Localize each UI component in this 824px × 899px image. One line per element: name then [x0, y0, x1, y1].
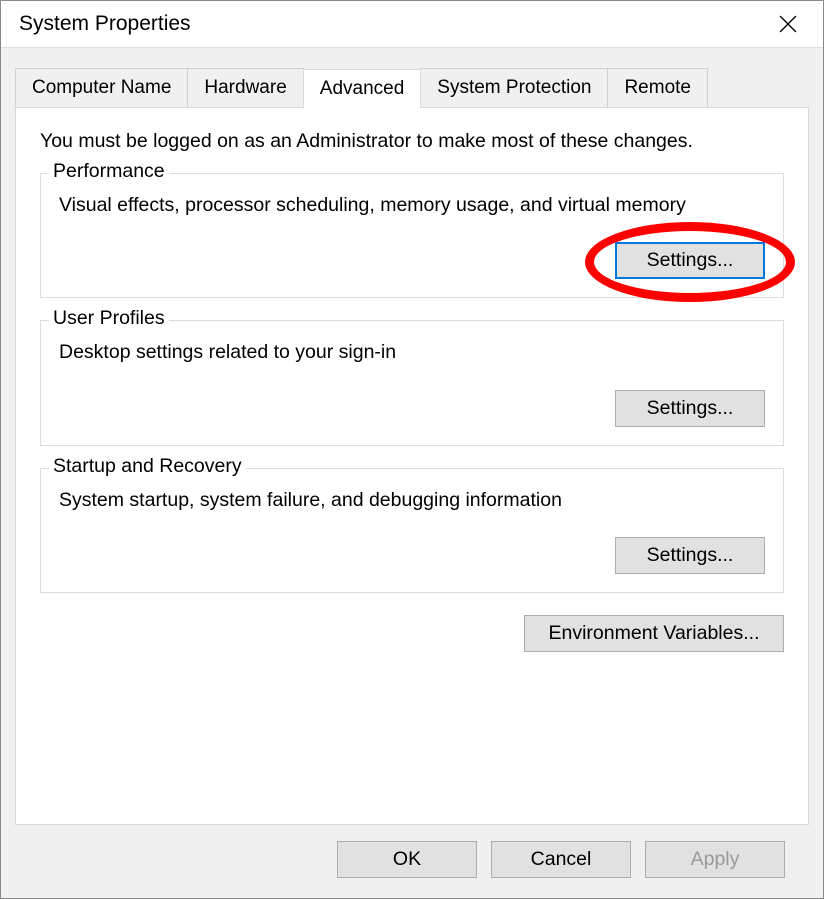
user-profiles-button-row: Settings...	[59, 390, 765, 427]
tab-system-protection[interactable]: System Protection	[420, 68, 608, 107]
user-profiles-desc: Desktop settings related to your sign-in	[59, 339, 765, 365]
performance-desc: Visual effects, processor scheduling, me…	[59, 192, 765, 218]
performance-settings-button[interactable]: Settings...	[615, 242, 765, 279]
client-area: Computer Name Hardware Advanced System P…	[1, 47, 823, 898]
dialog-footer: OK Cancel Apply	[15, 825, 809, 898]
performance-button-row: Settings...	[59, 242, 765, 279]
env-vars-row: Environment Variables...	[40, 615, 784, 652]
apply-button[interactable]: Apply	[645, 841, 785, 878]
system-properties-dialog: System Properties Computer Name Hardware…	[0, 0, 824, 899]
startup-recovery-title: Startup and Recovery	[49, 455, 246, 478]
startup-recovery-group: Startup and Recovery System startup, sys…	[40, 468, 784, 593]
performance-title: Performance	[49, 160, 169, 183]
title-bar: System Properties	[1, 1, 823, 47]
tab-advanced[interactable]: Advanced	[303, 69, 422, 108]
close-button[interactable]	[765, 1, 811, 47]
user-profiles-group: User Profiles Desktop settings related t…	[40, 320, 784, 445]
tab-strip: Computer Name Hardware Advanced System P…	[15, 68, 809, 107]
environment-variables-button[interactable]: Environment Variables...	[524, 615, 784, 652]
tab-remote[interactable]: Remote	[607, 68, 708, 107]
close-icon	[779, 15, 797, 33]
ok-button[interactable]: OK	[337, 841, 477, 878]
tab-hardware[interactable]: Hardware	[187, 68, 303, 107]
window-title: System Properties	[19, 12, 191, 36]
cancel-button[interactable]: Cancel	[491, 841, 631, 878]
tab-computer-name[interactable]: Computer Name	[15, 68, 188, 107]
startup-recovery-settings-button[interactable]: Settings...	[615, 537, 765, 574]
startup-recovery-desc: System startup, system failure, and debu…	[59, 487, 765, 513]
user-profiles-settings-button[interactable]: Settings...	[615, 390, 765, 427]
tab-panel-advanced: You must be logged on as an Administrato…	[15, 107, 809, 825]
intro-text: You must be logged on as an Administrato…	[40, 130, 784, 153]
startup-recovery-button-row: Settings...	[59, 537, 765, 574]
user-profiles-title: User Profiles	[49, 307, 169, 330]
performance-group: Performance Visual effects, processor sc…	[40, 173, 784, 298]
